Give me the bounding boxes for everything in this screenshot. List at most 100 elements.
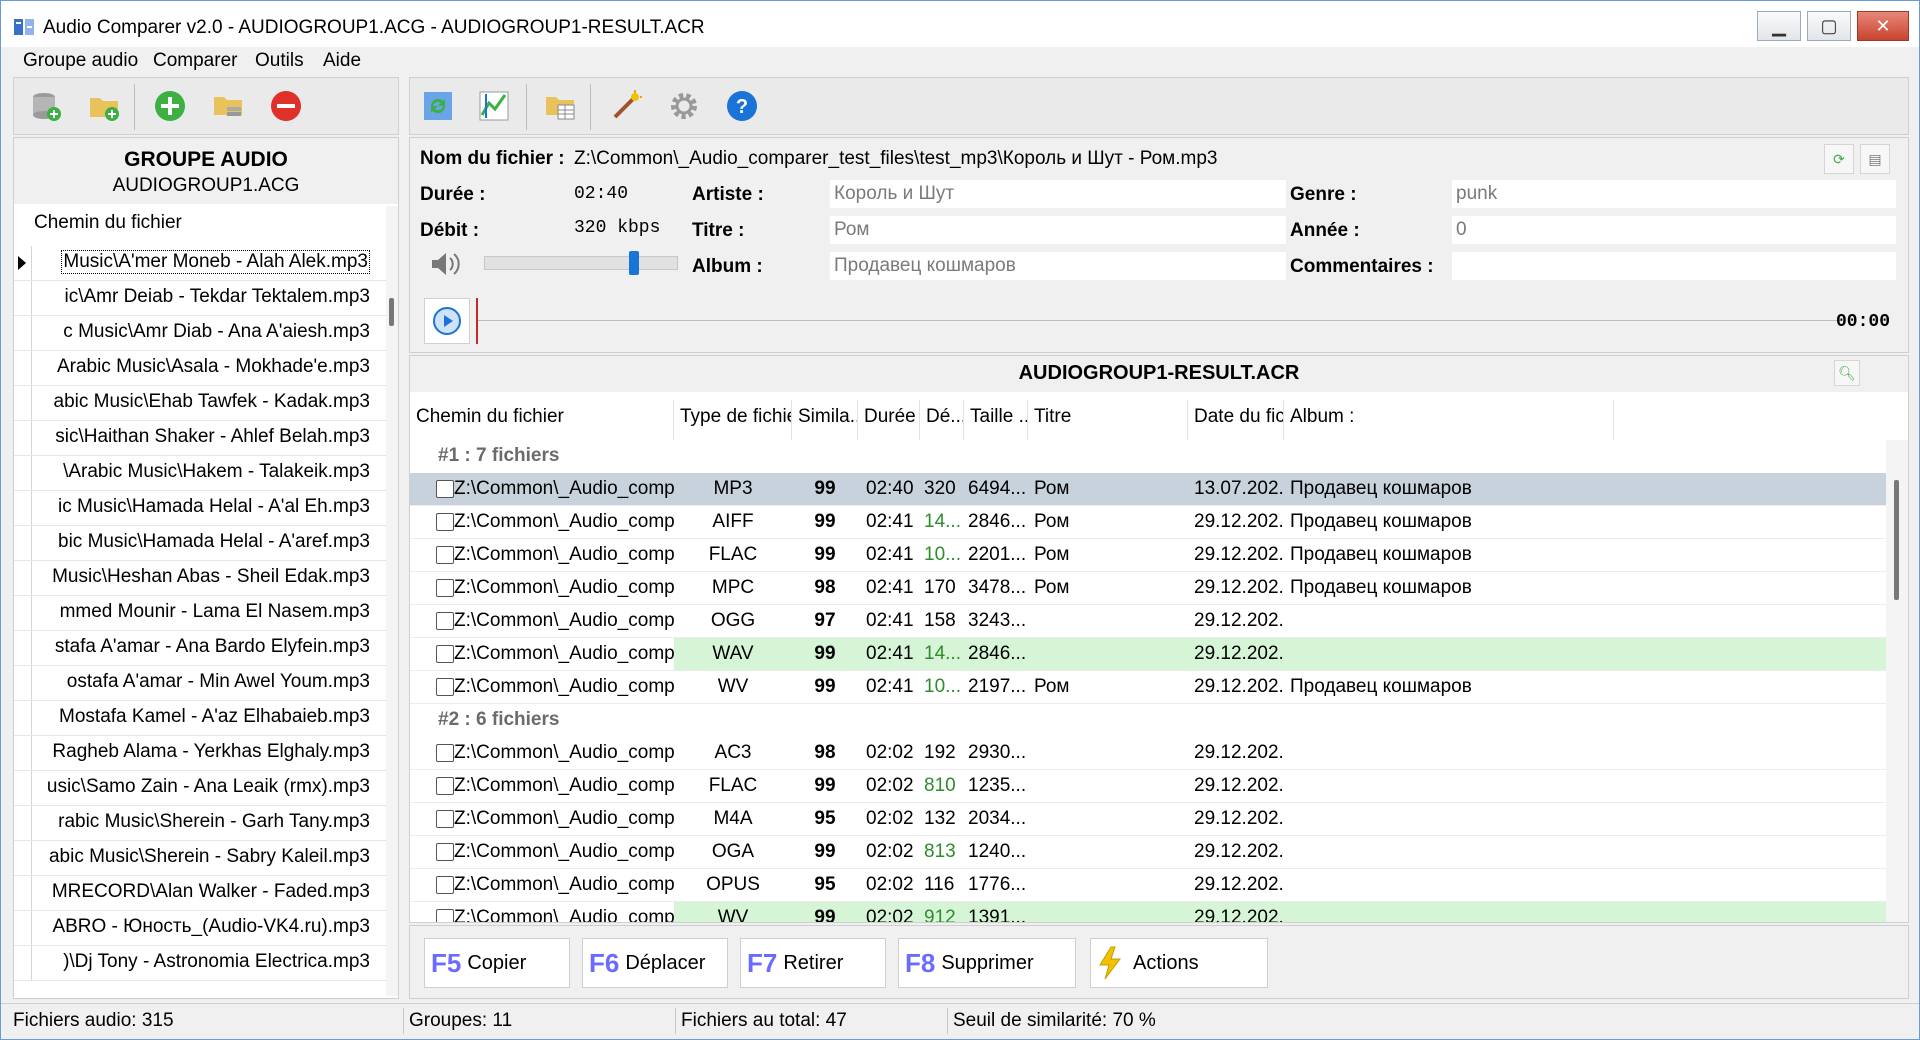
play-button[interactable] xyxy=(424,298,470,344)
col-bitrate-header[interactable]: Dé... xyxy=(920,400,964,440)
delete-button[interactable]: F8 Supprimer xyxy=(898,938,1076,988)
file-list-item[interactable]: ABRO - Юность_(Audio-VK4.ru).mp3 xyxy=(14,911,386,946)
row-selector[interactable] xyxy=(14,736,32,770)
row-checkbox[interactable] xyxy=(436,645,454,663)
scrollbar-thumb[interactable] xyxy=(1894,480,1899,600)
album-field[interactable]: Продавец кошмаров xyxy=(830,252,1286,280)
result-row[interactable]: Z:\Common\_Audio_compar... MPC 98 02:41 170 3… xyxy=(410,572,1886,605)
close-button[interactable]: ✕ xyxy=(1857,11,1909,41)
folder-add-button[interactable] xyxy=(84,86,124,126)
refresh-button[interactable]: ⟳ xyxy=(1824,144,1854,174)
menu-groupe-audio[interactable]: Groupe audio xyxy=(23,50,138,72)
file-list-item[interactable]: ic\Amr Deiab - Tekdar Tektalem.mp3 xyxy=(14,281,386,316)
row-selector[interactable] xyxy=(14,841,32,875)
folder-stack-button[interactable] xyxy=(208,86,248,126)
file-list-item[interactable]: sic\Haithan Shaker - Ahlef Belah.mp3 xyxy=(14,421,386,456)
comments-field[interactable] xyxy=(1452,252,1896,280)
result-row[interactable]: Z:\Common\_Audio_compar... OGG 97 02:41 158 3… xyxy=(410,605,1886,638)
copy-button[interactable]: F5 Copier xyxy=(424,938,570,988)
playback-cursor[interactable] xyxy=(476,298,478,344)
row-selector[interactable] xyxy=(14,281,32,315)
result-row[interactable]: Z:\Common\_Audio_compar... OGA 99 02:02 813 1… xyxy=(410,836,1886,869)
row-checkbox[interactable] xyxy=(436,678,454,696)
row-selector[interactable] xyxy=(14,876,32,910)
col-date-header[interactable]: Date du fic... xyxy=(1188,400,1284,440)
row-selector[interactable] xyxy=(14,806,32,840)
row-selector[interactable] xyxy=(14,386,32,420)
result-row[interactable]: Z:\Common\_Audio_compar... M4A 95 02:02 132 2… xyxy=(410,803,1886,836)
file-list-item[interactable]: stafa A'amar - Ana Bardo Elyfein.mp3 xyxy=(14,631,386,666)
file-list-item[interactable]: abic Music\Sherein - Sabry Kaleil.mp3 xyxy=(14,841,386,876)
maximize-button[interactable]: ▢ xyxy=(1807,11,1851,41)
file-list-item[interactable]: rabic Music\Sherein - Garh Tany.mp3 xyxy=(14,806,386,841)
row-selector[interactable] xyxy=(14,491,32,525)
title-field[interactable]: Ром xyxy=(830,216,1286,244)
file-list-item[interactable]: bic Music\Hamada Helal - A'aref.mp3 xyxy=(14,526,386,561)
col-similarity-header[interactable]: Simila... xyxy=(792,400,858,440)
result-row[interactable]: Z:\Common\_Audio_compar... WV 99 02:02 912 13… xyxy=(410,902,1886,922)
row-checkbox[interactable] xyxy=(436,909,454,922)
row-selector[interactable] xyxy=(14,316,32,350)
file-list-item[interactable]: ostafa A'amar - Min Awel Youm.mp3 xyxy=(14,666,386,701)
file-list-item[interactable]: MRECORD\Alan Walker - Faded.mp3 xyxy=(14,876,386,911)
result-row[interactable]: Z:\Common\_Audio_compar... OPUS 95 02:02 116… xyxy=(410,869,1886,902)
file-list-item[interactable]: mmed Mounir - Lama El Nasem.mp3 xyxy=(14,596,386,631)
col-duration-header[interactable]: Durée xyxy=(858,400,920,440)
row-checkbox[interactable] xyxy=(436,579,454,597)
remove-button[interactable] xyxy=(266,86,306,126)
file-list-item[interactable]: ic Music\Hamada Helal - A'al Eh.mp3 xyxy=(14,491,386,526)
row-selector[interactable] xyxy=(14,526,32,560)
help-button[interactable]: ? xyxy=(722,86,762,126)
row-selector[interactable] xyxy=(14,771,32,805)
actions-button[interactable]: Actions xyxy=(1090,938,1268,988)
file-list-item[interactable]: )\Dj Tony - Astronomia Electrica.mp3 xyxy=(14,946,386,981)
row-checkbox[interactable] xyxy=(436,777,454,795)
row-selector[interactable] xyxy=(14,946,32,980)
file-list-item[interactable]: Ragheb Alama - Yerkhas Elghaly.mp3 xyxy=(14,736,386,771)
row-selector[interactable] xyxy=(14,596,32,630)
move-button[interactable]: F6 Déplacer xyxy=(582,938,728,988)
search-result-button[interactable]: 🔍︎ xyxy=(1834,360,1860,386)
row-selector[interactable] xyxy=(14,456,32,490)
genre-field[interactable]: punk xyxy=(1452,180,1896,208)
artist-field[interactable]: Король и Шут xyxy=(830,180,1286,208)
group-header-row[interactable]: #1 : 7 fichiers xyxy=(410,440,1886,473)
chart-button[interactable] xyxy=(474,86,514,126)
row-selector[interactable] xyxy=(14,701,32,735)
file-list-item[interactable]: Music\Heshan Abas - Sheil Edak.mp3 xyxy=(14,561,386,596)
result-row[interactable]: Z:\Common\_Audio_compar... AIFF 99 02:41 14.… xyxy=(410,506,1886,539)
result-row[interactable]: Z:\Common\_Audio_compar... FLAC 99 02:02 810… xyxy=(410,770,1886,803)
row-checkbox[interactable] xyxy=(436,744,454,762)
add-button[interactable] xyxy=(150,86,190,126)
row-checkbox[interactable] xyxy=(436,546,454,564)
row-selector[interactable] xyxy=(14,421,32,455)
playback-timeline[interactable] xyxy=(476,320,1842,321)
col-file-type-header[interactable]: Type de fichier xyxy=(674,400,792,440)
result-row[interactable]: Z:\Common\_Audio_comparer MP3 99 02:40 320 64… xyxy=(410,473,1886,506)
menu-outils[interactable]: Outils xyxy=(255,50,304,72)
col-size-header[interactable]: Taille ... xyxy=(964,400,1028,440)
settings-button[interactable] xyxy=(664,86,704,126)
file-list-item[interactable]: abic Music\Ehab Tawfek - Kadak.mp3 xyxy=(14,386,386,421)
row-selector[interactable] xyxy=(14,666,32,700)
row-checkbox[interactable] xyxy=(436,480,454,498)
file-list-item[interactable]: usic\Samo Zain - Ana Leaik (rmx).mp3 xyxy=(14,771,386,806)
result-row[interactable]: Z:\Common\_Audio_compar... FLAC 99 02:41 10.… xyxy=(410,539,1886,572)
remove-from-list-button[interactable]: F7 Retirer xyxy=(740,938,886,988)
database-add-button[interactable] xyxy=(26,86,66,126)
file-list-item[interactable]: Mostafa Kamel - A'az Elhabaieb.mp3 xyxy=(14,701,386,736)
col-title-header[interactable]: Titre xyxy=(1028,400,1188,440)
menu-comparer[interactable]: Comparer xyxy=(153,50,237,72)
volume-slider[interactable] xyxy=(484,251,678,275)
col-file-path-header[interactable]: Chemin du fichier xyxy=(410,400,674,440)
row-selector[interactable] xyxy=(14,911,32,945)
row-checkbox[interactable] xyxy=(436,810,454,828)
row-selector[interactable] xyxy=(14,351,32,385)
folder-grid-button[interactable] xyxy=(540,86,580,126)
year-field[interactable]: 0 xyxy=(1452,216,1896,244)
file-list-item[interactable]: Arabic Music\Asala - Mokhade'e.mp3 xyxy=(14,351,386,386)
group-header-row[interactable]: #2 : 6 fichiers xyxy=(410,704,1886,737)
menu-aide[interactable]: Aide xyxy=(323,50,361,72)
scrollbar-thumb[interactable] xyxy=(389,298,394,326)
row-checkbox[interactable] xyxy=(436,843,454,861)
